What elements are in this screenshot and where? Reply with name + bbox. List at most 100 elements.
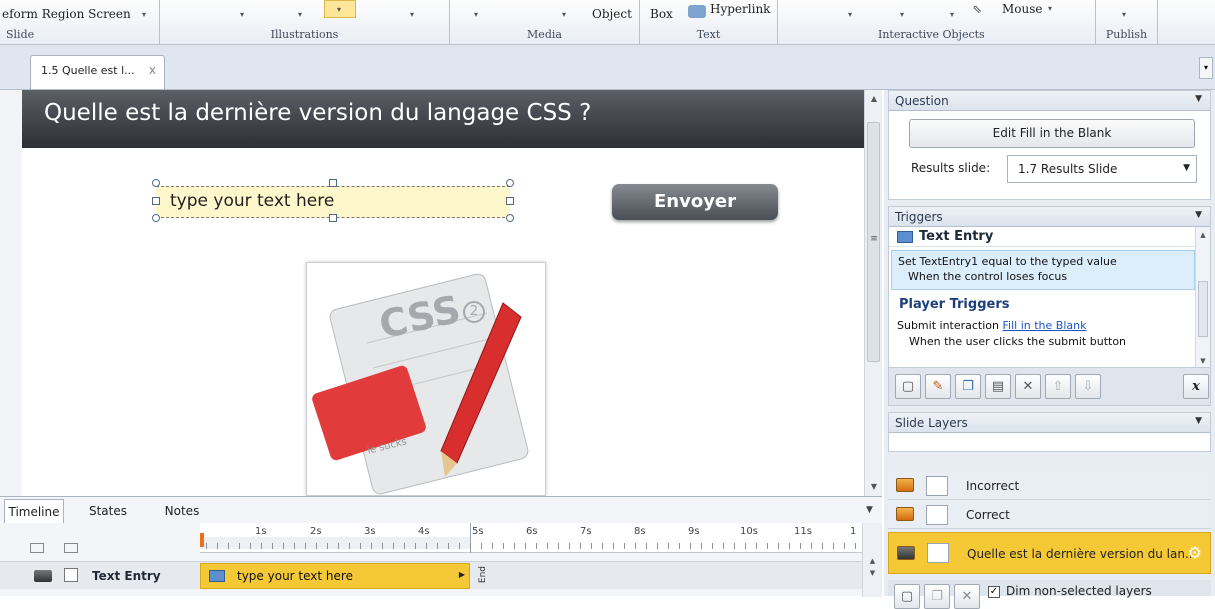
panel-collapse-icon[interactable]: ▼	[1195, 416, 1202, 426]
chevron-down-icon[interactable]: ▾	[410, 10, 414, 19]
layer-row[interactable]: Correct	[888, 501, 1211, 529]
submit-button[interactable]: Envoyer	[612, 184, 778, 220]
timeline-row[interactable]: Text Entry type your text here ▶ End	[0, 561, 862, 589]
slide-document-tab[interactable]: 1.5 Quelle est l... x	[30, 55, 165, 89]
trigger-condition-text: When the user clicks the submit button	[909, 335, 1127, 348]
chevron-down-icon[interactable]: ▼	[1183, 163, 1190, 173]
eye-icon[interactable]	[896, 507, 914, 521]
version-badge: 2	[463, 301, 485, 323]
ruler-tick-label: 7s	[580, 526, 592, 537]
timeline-scrollbar[interactable]: ▲ ▼	[862, 523, 882, 597]
chevron-right-icon[interactable]: ▶	[459, 570, 465, 579]
question-panel-header[interactable]: Question ▼	[889, 91, 1210, 111]
resize-handle[interactable]	[329, 179, 337, 187]
new-trigger-icon[interactable]: ▢	[895, 374, 921, 399]
close-icon[interactable]: x	[149, 63, 156, 77]
chevron-down-icon[interactable]: ▾	[900, 10, 904, 19]
hyperlink-button[interactable]: Hyperlink	[710, 2, 770, 16]
ribbon-group-label: Media	[527, 28, 562, 41]
chevron-down-icon[interactable]: ▾	[950, 10, 954, 19]
scroll-down-icon[interactable]: ▼	[865, 482, 883, 491]
new-layer-icon[interactable]: ▢	[894, 584, 920, 609]
resize-handle[interactable]	[329, 214, 337, 222]
text-box-button[interactable]: Box	[650, 7, 673, 21]
duplicate-layer-icon[interactable]: ❐	[924, 584, 950, 609]
edit-trigger-icon[interactable]: ✎	[925, 374, 951, 399]
trigger-item[interactable]: Submit interaction Fill in the Blank	[897, 319, 1086, 332]
document-tab-bar: 1.5 Quelle est l... x ▾	[0, 45, 1215, 90]
edit-fill-in-blank-button[interactable]: Edit Fill in the Blank	[909, 119, 1195, 148]
hyperlink-icon[interactable]	[688, 5, 706, 18]
timeline-panel: Timeline States Notes ▼ 1s 2s 3s 4s 5s 6…	[0, 496, 882, 597]
chevron-down-icon[interactable]: ▾	[848, 10, 852, 19]
gear-icon[interactable]: ⚙	[1188, 543, 1202, 562]
trigger-item-selected[interactable]: Set TextEntry1 equal to the typed value …	[891, 250, 1195, 290]
ribbon-group-text: Box Hyperlink Text	[640, 0, 778, 44]
ribbon-group-slide: eform Region Screen ▾ Slide	[0, 0, 160, 44]
triggers-scrollbar[interactable]: ▲ ▼	[1195, 227, 1210, 367]
chevron-down-icon[interactable]: ▾	[1048, 4, 1052, 13]
timeline-object-bar[interactable]: type your text here ▶	[200, 563, 470, 589]
timeline-ruler[interactable]: 1s 2s 3s 4s 5s 6s 7s 8s 9s 10s 11s 1	[200, 523, 862, 553]
tab-states[interactable]: States	[78, 499, 138, 523]
timeline-collapse-icon[interactable]: ▼	[866, 505, 873, 515]
rotation-handle[interactable]	[506, 214, 514, 222]
rotation-handle[interactable]	[506, 179, 514, 187]
eye-icon[interactable]	[897, 546, 915, 560]
tab-timeline[interactable]: Timeline	[4, 499, 64, 523]
scroll-down-icon[interactable]: ▼	[863, 569, 882, 577]
slide-layers-header[interactable]: Slide Layers ▼	[889, 413, 1210, 433]
lock-checkbox[interactable]	[64, 568, 78, 582]
tab-notes[interactable]: Notes	[152, 499, 212, 523]
trigger-group-text-entry[interactable]: Text Entry	[889, 227, 1195, 247]
mouse-cursor-icon[interactable]: ⇖	[972, 2, 982, 16]
scrollbar-thumb[interactable]	[1198, 281, 1208, 337]
resize-handle[interactable]	[506, 197, 514, 205]
fill-in-blank-link[interactable]: Fill in the Blank	[1003, 319, 1087, 332]
canvas-vertical-scrollbar[interactable]: ▲ ≡ ▼	[864, 90, 882, 496]
playhead[interactable]	[200, 533, 204, 547]
eye-icon[interactable]	[896, 478, 914, 492]
chevron-down-icon[interactable]: ▾	[142, 10, 146, 19]
ruler-tick-label: 10s	[740, 526, 758, 537]
scroll-down-icon[interactable]: ▼	[1196, 357, 1210, 365]
move-up-icon[interactable]: ⇧	[1045, 374, 1071, 399]
results-slide-label: Results slide:	[911, 161, 991, 175]
move-down-icon[interactable]: ⇩	[1075, 374, 1101, 399]
paste-trigger-icon[interactable]: ▤	[985, 374, 1011, 399]
triggers-panel-header[interactable]: Triggers ▼	[889, 207, 1210, 227]
chevron-down-icon[interactable]: ▾	[474, 10, 478, 19]
trigger-group-title[interactable]: Player Triggers	[899, 297, 1009, 312]
scroll-up-icon[interactable]: ▲	[863, 557, 882, 565]
object-button[interactable]: Object	[592, 7, 632, 21]
chart-dropdown-highlight[interactable]: ▾	[324, 0, 356, 18]
variables-button[interactable]: x	[1183, 374, 1209, 399]
rotation-handle[interactable]	[152, 179, 160, 187]
resize-handle[interactable]	[152, 197, 160, 205]
delete-layer-icon[interactable]: ✕	[954, 584, 980, 609]
chevron-down-icon[interactable]: ▾	[240, 10, 244, 19]
tab-overflow-dropdown[interactable]: ▾	[1199, 57, 1213, 79]
chevron-down-icon[interactable]: ▾	[562, 10, 566, 19]
panel-collapse-icon[interactable]: ▼	[1195, 94, 1202, 104]
trigger-condition-text: When the control loses focus	[908, 270, 1068, 283]
dim-layers-checkbox[interactable]: ✓	[988, 586, 1000, 598]
freeform-region-screen-button[interactable]: eform Region Screen	[2, 7, 131, 21]
results-slide-select[interactable]: 1.7 Results Slide ▼	[1007, 155, 1197, 183]
ribbon-group-label: Illustrations	[270, 28, 339, 41]
chevron-down-icon[interactable]: ▾	[1122, 10, 1126, 19]
layer-row-base-selected[interactable]: Quelle est la dernière version du lan...…	[888, 532, 1211, 574]
scroll-up-icon[interactable]: ▲	[1196, 231, 1210, 239]
scroll-up-icon[interactable]: ▲	[865, 94, 883, 103]
rotation-handle[interactable]	[152, 214, 160, 222]
chevron-down-icon[interactable]: ▾	[298, 10, 302, 19]
delete-trigger-icon[interactable]: ✕	[1015, 374, 1041, 399]
copy-trigger-icon[interactable]: ❐	[955, 374, 981, 399]
css-illustration[interactable]: CSS 2 ie sucks	[306, 262, 546, 496]
layers-toolbar: ▢ ❐ ✕ ✓ Dim non-selected layers	[888, 580, 1211, 609]
mouse-button[interactable]: Mouse	[1002, 2, 1043, 16]
slide-title[interactable]: Quelle est la dernière version du langag…	[44, 100, 591, 126]
eye-icon[interactable]	[34, 570, 52, 582]
panel-collapse-icon[interactable]: ▼	[1195, 210, 1202, 220]
layer-row[interactable]: Incorrect	[888, 472, 1211, 500]
